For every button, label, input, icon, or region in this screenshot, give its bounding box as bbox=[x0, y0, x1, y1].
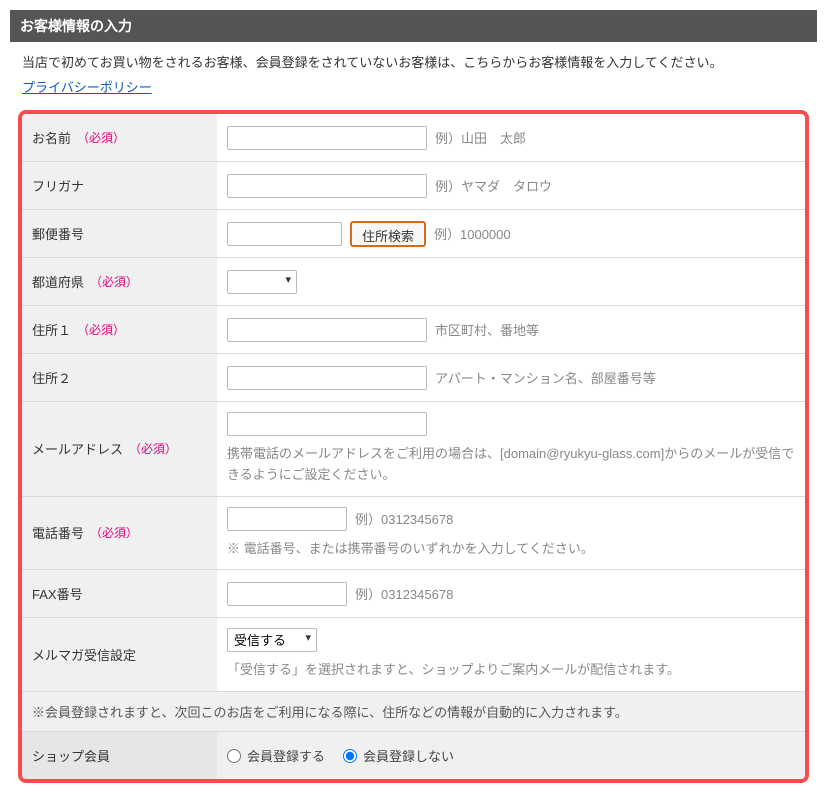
label-fax: FAX番号 bbox=[22, 570, 217, 617]
label-postal: 郵便番号 bbox=[22, 210, 217, 257]
label-addr2: 住所２ bbox=[22, 354, 217, 401]
row-email: メールアドレス （必須） 携帯電話のメールアドレスをご利用の場合は、[domai… bbox=[22, 401, 805, 496]
name-input[interactable] bbox=[227, 126, 427, 150]
fax-input[interactable] bbox=[227, 582, 347, 606]
label-email: メールアドレス （必須） bbox=[22, 402, 217, 496]
label-name: お名前 （必須） bbox=[22, 114, 217, 161]
prefecture-select[interactable] bbox=[227, 270, 297, 294]
email-hint: 携帯電話のメールアドレスをご利用の場合は、[domain@ryukyu-glas… bbox=[227, 444, 795, 486]
label-email-text: メールアドレス bbox=[32, 439, 123, 458]
row-postal: 郵便番号 住所検索 例）1000000 bbox=[22, 209, 805, 257]
label-postal-text: 郵便番号 bbox=[32, 224, 84, 243]
furigana-input[interactable] bbox=[227, 174, 427, 198]
addr1-input[interactable] bbox=[227, 318, 427, 342]
label-mailmag-text: メルマガ受信設定 bbox=[32, 645, 136, 664]
addr2-hint: アパート・マンション名、部屋番号等 bbox=[435, 368, 656, 387]
row-shop-member: ショップ会員 会員登録する 会員登録しない bbox=[22, 731, 805, 779]
row-name: お名前 （必須） 例）山田 太郎 bbox=[22, 114, 805, 161]
member-register-radio[interactable] bbox=[227, 749, 241, 763]
tel-input[interactable] bbox=[227, 507, 347, 531]
customer-form: お名前 （必須） 例）山田 太郎 フリガナ 例）ヤマダ タロウ 郵便番号 住所検… bbox=[18, 110, 809, 783]
required-marker: （必須） bbox=[90, 273, 138, 290]
label-prefecture: 都道府県 （必須） bbox=[22, 258, 217, 305]
label-shop-member: ショップ会員 bbox=[22, 732, 217, 779]
tel-example: 例）0312345678 bbox=[355, 509, 453, 528]
address-search-button[interactable]: 住所検索 bbox=[350, 221, 426, 247]
required-marker: （必須） bbox=[90, 524, 138, 541]
label-addr1-text: 住所１ bbox=[32, 320, 71, 339]
member-note-row: ※会員登録されますと、次回このお店をご利用になる際に、住所などの情報が自動的に入… bbox=[22, 691, 805, 731]
label-fax-text: FAX番号 bbox=[32, 584, 83, 603]
name-hint: 例）山田 太郎 bbox=[435, 128, 526, 147]
privacy-policy-link[interactable]: プライバシーポリシー bbox=[10, 77, 164, 106]
member-not-register-option[interactable]: 会員登録しない bbox=[343, 746, 454, 765]
label-name-text: お名前 bbox=[32, 128, 71, 147]
label-prefecture-text: 都道府県 bbox=[32, 272, 84, 291]
row-prefecture: 都道府県 （必須） bbox=[22, 257, 805, 305]
label-tel-text: 電話番号 bbox=[32, 523, 84, 542]
label-furigana: フリガナ bbox=[22, 162, 217, 209]
addr2-input[interactable] bbox=[227, 366, 427, 390]
addr1-hint: 市区町村、番地等 bbox=[435, 320, 539, 339]
postal-input[interactable] bbox=[227, 222, 342, 246]
label-mailmag: メルマガ受信設定 bbox=[22, 618, 217, 691]
row-addr2: 住所２ アパート・マンション名、部屋番号等 bbox=[22, 353, 805, 401]
furigana-hint: 例）ヤマダ タロウ bbox=[435, 176, 552, 195]
email-input[interactable] bbox=[227, 412, 427, 436]
row-mailmag: メルマガ受信設定 受信する 「受信する」を選択されますと、ショップよりご案内メー… bbox=[22, 617, 805, 691]
row-addr1: 住所１ （必須） 市区町村、番地等 bbox=[22, 305, 805, 353]
postal-hint: 例）1000000 bbox=[434, 224, 511, 243]
panel-title: お客様情報の入力 bbox=[10, 10, 817, 42]
member-not-register-radio[interactable] bbox=[343, 749, 357, 763]
fax-example: 例）0312345678 bbox=[355, 584, 453, 603]
label-tel: 電話番号 （必須） bbox=[22, 497, 217, 570]
member-register-option[interactable]: 会員登録する bbox=[227, 746, 325, 765]
row-furigana: フリガナ 例）ヤマダ タロウ bbox=[22, 161, 805, 209]
mailmag-select[interactable]: 受信する bbox=[227, 628, 317, 652]
label-addr2-text: 住所２ bbox=[32, 368, 71, 387]
label-furigana-text: フリガナ bbox=[32, 176, 84, 195]
member-register-label: 会員登録する bbox=[247, 746, 325, 765]
intro-text: 当店で初めてお買い物をされるお客様、会員登録をされていないお客様は、こちらからお… bbox=[10, 42, 817, 77]
row-fax: FAX番号 例）0312345678 bbox=[22, 569, 805, 617]
label-addr1: 住所１ （必須） bbox=[22, 306, 217, 353]
required-marker: （必須） bbox=[77, 129, 125, 146]
tel-note: ※ 電話番号、または携帯番号のいずれかを入力してください。 bbox=[227, 539, 795, 560]
row-tel: 電話番号 （必須） 例）0312345678 ※ 電話番号、または携帯番号のいず… bbox=[22, 496, 805, 570]
label-shop-member-text: ショップ会員 bbox=[32, 746, 110, 765]
member-not-register-label: 会員登録しない bbox=[363, 746, 454, 765]
required-marker: （必須） bbox=[129, 440, 177, 457]
required-marker: （必須） bbox=[77, 321, 125, 338]
